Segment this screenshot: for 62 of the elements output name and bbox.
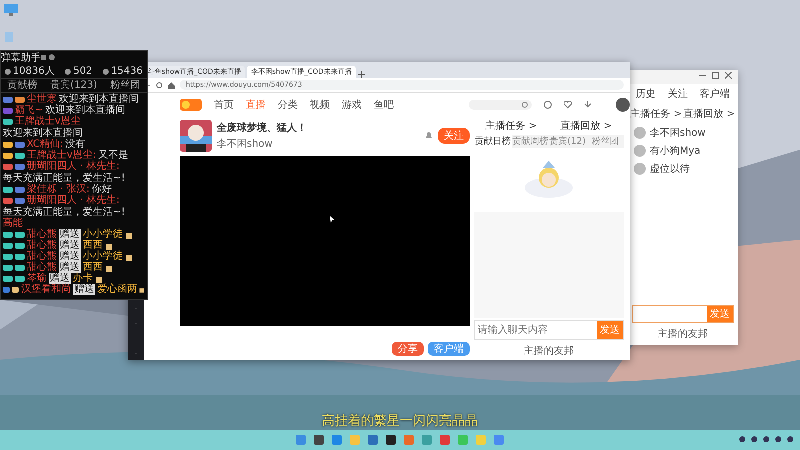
side-link[interactable]: 主播任务 > [630, 107, 682, 121]
action-label: 赠送 [59, 251, 81, 262]
message-text: 欢迎来到本直播间 [3, 128, 83, 139]
side-link[interactable]: 直播回放 > [684, 107, 736, 121]
user-name: 琴瑜 [27, 273, 47, 284]
gift-name: 小小学徒 [83, 229, 123, 240]
gift-name: 小小学徒 [83, 251, 123, 262]
user-name: 甜心熊 [27, 229, 57, 240]
user-name: 王牌战士v恩尘 [15, 116, 81, 127]
nav-link[interactable]: 客户端 [700, 87, 730, 101]
user-name: 尘世寒 [27, 94, 57, 105]
panel-title: 弹幕助手 [1, 53, 41, 64]
user-name: 霸飞~ [15, 105, 44, 116]
panel-tab[interactable]: 贵宾(123) [50, 80, 98, 91]
message-text: 欢迎来到本直播间 [45, 105, 126, 116]
user-name: 有小狗Mya [650, 144, 701, 158]
nav-link[interactable]: 历史 [636, 87, 656, 101]
user-name: 李不困show [650, 126, 706, 140]
nav-link[interactable]: 首页 [214, 98, 234, 112]
message-text: 欢迎来到本直播间 [59, 94, 139, 105]
nav-link[interactable]: 分类 [278, 98, 298, 112]
nav-link[interactable]: 关注 [668, 87, 688, 101]
nav-link[interactable]: 鱼吧 [374, 98, 394, 112]
stat-count: 502 [73, 66, 93, 77]
section-label: 高能 [3, 215, 23, 229]
gift-name: 西西 [83, 240, 103, 251]
user-name: 王牌战士v恩尘: [27, 150, 96, 161]
user-name: 珊瑚阳四人 · 林先生: [27, 161, 120, 172]
friends-label: 主播的友邦 [657, 328, 709, 342]
ranking-tab[interactable]: 贡献日榜 [474, 135, 512, 148]
user-name: 汉堡看和尚 [21, 284, 72, 295]
stream-title: 全废球梦境、猛人！ [217, 121, 308, 135]
message-text: 每天充满正能量，爱生活~! [3, 173, 126, 184]
action-label: 赠送 [49, 273, 71, 284]
nav-link[interactable]: 游戏 [342, 98, 362, 112]
gift-name: 办卡 [73, 273, 93, 284]
streamer-name[interactable]: 李不困show [217, 137, 420, 151]
video-subtitle: 高挂着的繁星一闪闪亮晶晶 [321, 413, 479, 430]
message-text: 你好 [92, 184, 112, 195]
panel-tab[interactable]: 贡献榜 [8, 80, 38, 91]
user-name: 甜心熊 [27, 240, 57, 251]
side-link[interactable]: 直播回放 > [560, 119, 612, 133]
panel-tab[interactable]: 粉丝团 [110, 80, 140, 91]
message-text: 没有 [65, 139, 86, 150]
stat-count: 15436 [111, 66, 143, 77]
user-name: 甜心熊 [27, 251, 57, 262]
action-label: 赠送 [59, 262, 81, 273]
gift-name: 西西 [83, 262, 103, 273]
user-name: 梁佳栎 · 张汉: [27, 184, 90, 195]
action-label: 赠送 [59, 240, 81, 251]
user-name: XC精仙: [27, 139, 64, 150]
gift-name: 爱心函两 [97, 284, 138, 295]
nav-link[interactable]: 视频 [310, 98, 330, 112]
side-link[interactable]: 主播任务 > [486, 119, 538, 133]
user-name: 虚位以待 [650, 162, 690, 176]
user-name: 甜心熊 [27, 262, 57, 273]
user-name: 珊瑚阳四人 · 林先生: [27, 195, 120, 206]
friends-label: 主播的友邦 [523, 344, 575, 359]
action-label: 赠送 [73, 284, 96, 295]
action-label: 赠送 [59, 229, 81, 240]
stat-count: 10836人 [13, 66, 55, 77]
message-text: 又不是 [98, 150, 128, 161]
